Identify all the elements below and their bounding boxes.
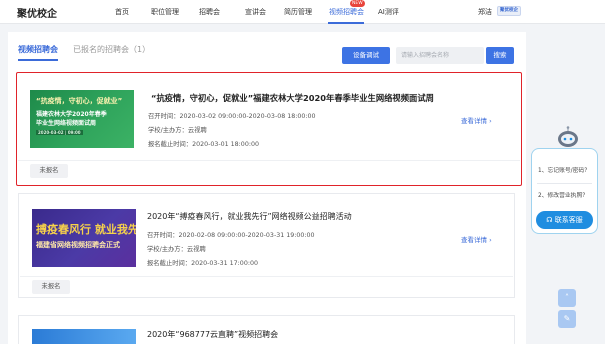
status-badge: 未报名 (30, 164, 68, 178)
company-logo[interactable]: 聚优校企 (497, 6, 521, 16)
thumb-text-line: 毕业生网络视频面试周 (36, 120, 97, 127)
thumb-text-line: 福建省网络视频招聘会正式 (36, 241, 120, 249)
fair-title[interactable]: 2020年“968777云直聘”视频招聘会 (147, 329, 278, 340)
status-bar: 未报名 (18, 160, 520, 180)
view-details-link[interactable]: 查看详情 › (461, 234, 492, 244)
tab-video-fair[interactable]: 视频招聘会 (18, 44, 58, 55)
chevron-up-icon: ˄ (565, 293, 569, 302)
tab-registered-fairs[interactable]: 已报名的招聘会（1） (73, 44, 150, 55)
help-question-account[interactable]: 1、忘记账号/密码？ (538, 165, 590, 174)
nav-active-underline (328, 22, 364, 24)
headset-icon: ☊ (546, 216, 553, 224)
view-details-label: 查看详情 (461, 117, 487, 125)
help-question-license[interactable]: 2、修改营业执照？ (538, 190, 588, 199)
search-input[interactable] (396, 47, 484, 64)
nav-item-ai-test[interactable]: AI测评 (378, 7, 399, 17)
fair-meeting-time: 召开时间：2020-02-08 09:00:00-2020-03-31 19:0… (147, 232, 315, 239)
chevron-right-icon: › (489, 117, 492, 125)
nav-item-job-fair[interactable]: 招聘会 (199, 7, 220, 17)
thumb-text-line: “抗疫情，守初心，促就业” (36, 97, 123, 105)
help-widget: 1、忘记账号/密码？ 2、修改营业执照？ ☊ 联系客服 (531, 148, 598, 234)
scroll-top-button[interactable]: ˄ (558, 289, 576, 307)
job-fair-card[interactable]: “抗疫情，守初心，促就业” 福建农林大学2020年春季 毕业生网络视频面试周 2… (16, 72, 522, 186)
nav-item-presentation[interactable]: 宣讲会 (245, 7, 266, 17)
device-test-button[interactable]: 设备调试 (342, 47, 390, 64)
chevron-right-icon: › (489, 236, 492, 244)
robot-assistant-icon[interactable] (556, 126, 580, 150)
search-button[interactable]: 搜索 (486, 47, 514, 64)
contact-support-button[interactable]: ☊ 联系客服 (536, 211, 593, 229)
nav-item-resumes[interactable]: 简历管理 (284, 7, 312, 17)
view-details-link[interactable]: 查看详情 › (461, 115, 492, 125)
nav-item-video-fair[interactable]: 视频招聘会 (329, 7, 364, 17)
new-badge: NEW (350, 0, 365, 7)
fair-deadline: 报名截止时间：2020-03-01 18:00:00 (148, 141, 259, 148)
status-badge: 未报名 (32, 280, 70, 294)
fair-deadline: 报名截止时间：2020-03-31 17:00:00 (147, 260, 258, 267)
edit-feedback-button[interactable]: ✎ (558, 310, 576, 328)
divider (537, 183, 592, 184)
brand-logo[interactable]: 聚优校企 (17, 5, 57, 20)
thumb-text-line: 福建农林大学2020年春季 (36, 111, 107, 118)
fair-host: 学校/主办方：云视聘 (148, 127, 207, 134)
nav-item-home[interactable]: 首页 (115, 7, 129, 17)
user-name[interactable]: 郑洁 (478, 7, 492, 17)
contact-support-label: 联系客服 (554, 216, 583, 224)
tab-active-underline (18, 59, 58, 61)
thumb-text-line: 2020-03-02 | 09:00 (36, 130, 83, 135)
top-navbar: 聚优校企 首页 职位管理 招聘会 宣讲会 简历管理 视频招聘会 NEW AI测评… (0, 0, 605, 24)
job-fair-card[interactable]: 2020年“968777云直聘”视频招聘会 (18, 315, 515, 344)
fair-thumbnail[interactable] (32, 329, 136, 344)
fair-meeting-time: 召开时间：2020-03-02 09:00:00-2020-03-08 18:0… (148, 113, 316, 120)
nav-item-jobs[interactable]: 职位管理 (151, 7, 179, 17)
fair-title[interactable]: “抗疫情，守初心，促就业”福建农林大学2020年春季毕业生网络视频面试周 (151, 92, 434, 104)
thumb-text-line: 搏疫春风行 就业我先 (36, 223, 136, 236)
view-details-label: 查看详情 (461, 236, 487, 244)
pencil-icon: ✎ (563, 314, 571, 323)
fair-title[interactable]: 2020年“搏疫春风行，就业我先行”网络视频公益招聘活动 (147, 211, 352, 222)
fair-thumbnail[interactable]: “抗疫情，守初心，促就业” 福建农林大学2020年春季 毕业生网络视频面试周 2… (30, 90, 134, 148)
job-fair-card[interactable]: 搏疫春风行 就业我先 福建省网络视频招聘会正式 2020年“搏疫春风行，就业我先… (18, 193, 515, 298)
status-bar: 未报名 (20, 276, 513, 296)
fair-thumbnail[interactable]: 搏疫春风行 就业我先 福建省网络视频招聘会正式 (32, 209, 136, 267)
fair-host: 学校/主办方：云视聘 (147, 246, 206, 253)
